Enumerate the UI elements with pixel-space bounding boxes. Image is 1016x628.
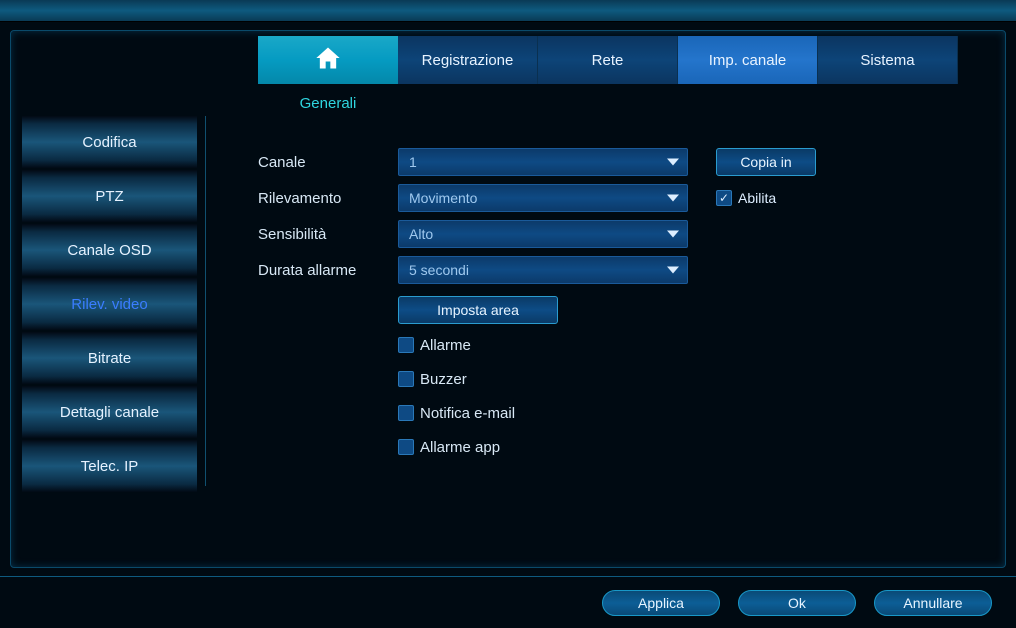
- tab-registrazione[interactable]: Registrazione: [398, 36, 538, 84]
- label-rilevamento: Rilevamento: [258, 190, 398, 207]
- dropdown-canale[interactable]: 1: [398, 148, 688, 176]
- row-allarme-app: Allarme app: [398, 430, 992, 464]
- main-tabs: Registrazione Rete Imp. canale Sistema: [258, 36, 958, 84]
- label-notifica-email: Notifica e-mail: [420, 405, 515, 422]
- sidebar-item-dettagli-canale[interactable]: Dettagli canale: [22, 386, 197, 438]
- tab-home[interactable]: [258, 36, 398, 84]
- checkbox-abilita[interactable]: [716, 190, 732, 206]
- dropdown-rilevamento-value: Movimento: [409, 190, 477, 206]
- row-durata: Durata allarme 5 secondi: [258, 252, 992, 288]
- sidebar-item-canale-osd[interactable]: Canale OSD: [22, 224, 197, 276]
- sidebar-separator: [205, 116, 206, 486]
- ok-button[interactable]: Ok: [738, 590, 856, 616]
- subtab-row: Generali: [258, 88, 398, 118]
- tab-sistema[interactable]: Sistema: [818, 36, 958, 84]
- row-imposta-area: Imposta area: [258, 292, 992, 328]
- chevron-down-icon: [667, 159, 679, 166]
- label-abilita: Abilita: [738, 190, 776, 206]
- row-sensibilita: Sensibilità Alto: [258, 216, 992, 252]
- copia-in-button[interactable]: Copia in: [716, 148, 816, 176]
- row-canale: Canale 1 Copia in: [258, 144, 992, 180]
- checkbox-allarme-app[interactable]: [398, 439, 414, 455]
- tab-rete[interactable]: Rete: [538, 36, 678, 84]
- imposta-area-button[interactable]: Imposta area: [398, 296, 558, 324]
- window-top-bar: [0, 0, 1016, 22]
- checkbox-buzzer[interactable]: [398, 371, 414, 387]
- row-buzzer: Buzzer: [398, 362, 992, 396]
- annullare-button[interactable]: Annullare: [874, 590, 992, 616]
- chevron-down-icon: [667, 267, 679, 274]
- checkbox-notifica-email[interactable]: [398, 405, 414, 421]
- sidebar-item-rilev-video[interactable]: Rilev. video: [22, 278, 197, 330]
- label-canale: Canale: [258, 154, 398, 171]
- sidebar-item-telec-ip[interactable]: Telec. IP: [22, 440, 197, 492]
- row-notifica-email: Notifica e-mail: [398, 396, 992, 430]
- dropdown-canale-value: 1: [409, 154, 417, 170]
- chevron-down-icon: [667, 195, 679, 202]
- dropdown-sensibilita-value: Alto: [409, 226, 433, 242]
- sidebar-item-bitrate[interactable]: Bitrate: [22, 332, 197, 384]
- sidebar-item-ptz[interactable]: PTZ: [22, 170, 197, 222]
- label-sensibilita: Sensibilità: [258, 226, 398, 243]
- checkbox-allarme[interactable]: [398, 337, 414, 353]
- dropdown-durata-value: 5 secondi: [409, 262, 469, 278]
- dropdown-sensibilita[interactable]: Alto: [398, 220, 688, 248]
- label-allarme-check: Allarme: [420, 337, 471, 354]
- label-durata: Durata allarme: [258, 262, 398, 279]
- row-allarme: Allarme: [398, 328, 992, 362]
- applica-button[interactable]: Applica: [602, 590, 720, 616]
- label-allarme-app: Allarme app: [420, 439, 500, 456]
- footer-bar: Applica Ok Annullare: [0, 576, 1016, 628]
- dropdown-rilevamento[interactable]: Movimento: [398, 184, 688, 212]
- sidebar: Codifica PTZ Canale OSD Rilev. video Bit…: [22, 116, 197, 492]
- chevron-down-icon: [667, 231, 679, 238]
- form-area: Canale 1 Copia in Rilevamento Movimento …: [258, 144, 992, 464]
- subtab-generali[interactable]: Generali: [258, 91, 398, 116]
- dropdown-durata[interactable]: 5 secondi: [398, 256, 688, 284]
- row-rilevamento: Rilevamento Movimento Abilita: [258, 180, 992, 216]
- tab-imp-canale[interactable]: Imp. canale: [678, 36, 818, 84]
- label-buzzer: Buzzer: [420, 371, 467, 388]
- sidebar-item-codifica[interactable]: Codifica: [22, 116, 197, 168]
- home-icon: [314, 44, 342, 76]
